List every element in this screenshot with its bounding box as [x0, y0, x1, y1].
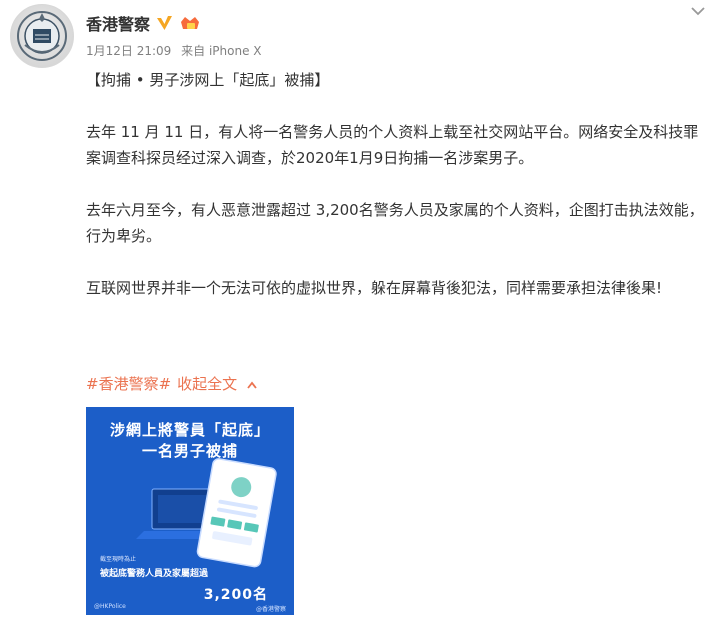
avatar[interactable]	[10, 4, 74, 68]
post-title: 【拘捕 • 男子涉网上「起底」被捕】	[86, 71, 330, 89]
poster-line: 被起底警務人員及家屬超過	[100, 569, 209, 579]
poster-headline: 涉網上將警員「起底」	[109, 421, 270, 439]
poster-number: 3,200名	[203, 587, 268, 603]
poster-subtext: 截至現時為止	[100, 556, 137, 563]
username[interactable]: 香港警察	[86, 11, 150, 35]
tags-row: #香港警察# 收起全文	[86, 373, 258, 394]
post-source: 来自 iPhone X	[181, 44, 262, 58]
name-row: 香港警察	[86, 12, 201, 34]
post-paragraph: 互联网世界并非一个无法可依的虚拟世界，躲在屏幕背後犯法，同样需要承担法律後果!	[86, 279, 663, 297]
poster-headline-2: 一名男子被捕	[141, 442, 238, 460]
hashtag-link[interactable]: #香港警察#	[86, 373, 171, 394]
post-date[interactable]: 1月12日 21:09	[86, 44, 171, 58]
post-paragraph: 去年六月至今，有人恶意泄露超过 3,200名警务人员及家属的个人资料，企图打击执…	[86, 201, 704, 245]
chevron-down-icon[interactable]	[689, 4, 707, 18]
chevron-up-icon	[247, 381, 257, 389]
weibo-post-card: 香港警察 1月12日 21:09 来自 iPhone X 【拘捕 • 男子涉网上…	[0, 0, 721, 621]
police-emblem-icon	[17, 11, 67, 61]
verified-v-icon[interactable]	[156, 15, 173, 32]
member-level-icon[interactable]	[179, 15, 201, 32]
collapse-link[interactable]: 收起全文	[177, 373, 258, 394]
weibo-watermark: @香港警察	[255, 606, 286, 613]
post-meta: 1月12日 21:09 来自 iPhone X	[86, 42, 268, 59]
collapse-label: 收起全文	[177, 375, 238, 393]
poster-handle: @HKPolice	[94, 603, 126, 610]
post-body: 【拘捕 • 男子涉网上「起底」被捕】 去年 11 月 11 日，有人将一名警务人…	[86, 67, 708, 301]
post-paragraph: 去年 11 月 11 日，有人将一名警务人员的个人资料上载至社交网站平台。网络安…	[86, 123, 699, 167]
post-image[interactable]: 涉網上將警員「起底」 一名男子被捕 截至現時為止 被起底警務人員及家屬超過 3,…	[86, 407, 294, 615]
